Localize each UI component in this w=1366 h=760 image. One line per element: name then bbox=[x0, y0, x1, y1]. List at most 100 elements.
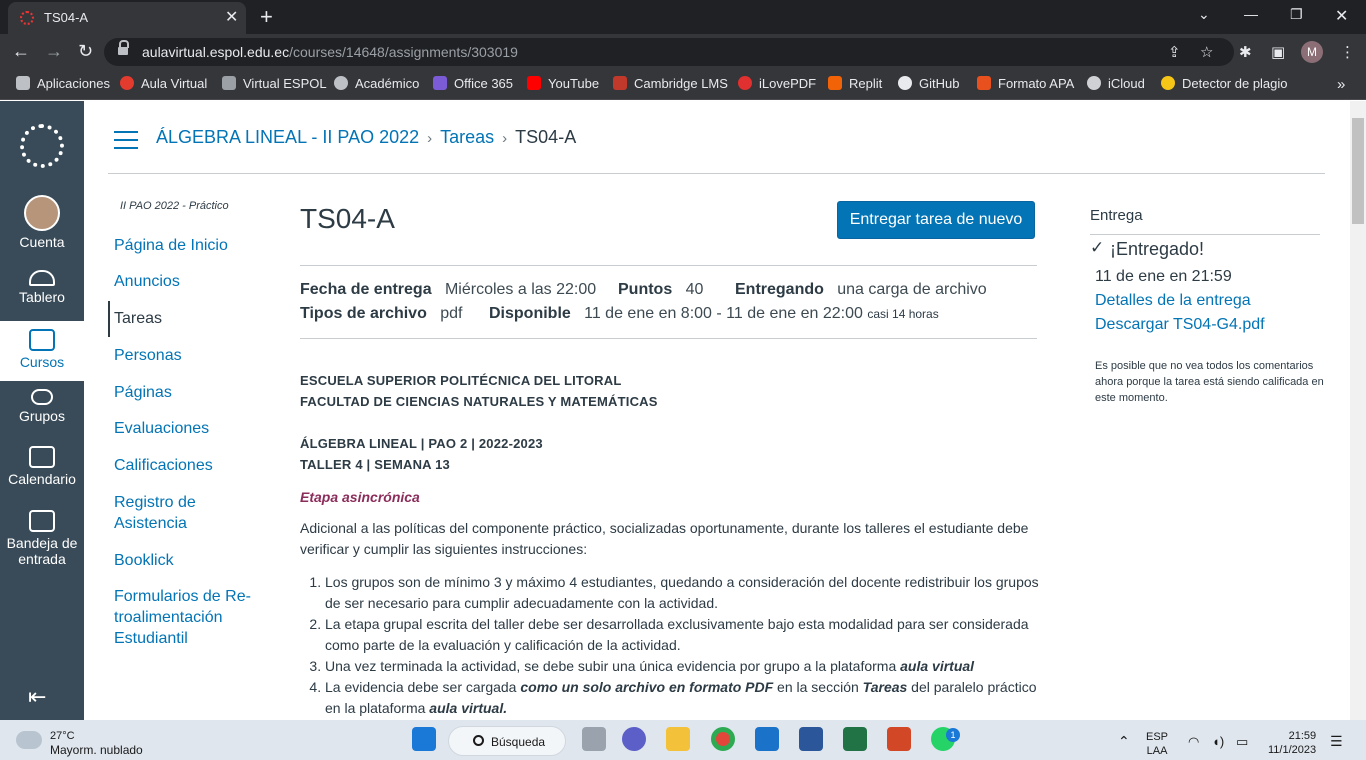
file-types: Tipos de archivo pdf bbox=[300, 305, 463, 322]
list-item: La etapa grupal escrita del taller debe … bbox=[325, 614, 1040, 656]
nav-groups[interactable]: Grupos bbox=[0, 389, 84, 424]
clock[interactable]: 21:59 11/1/2023 bbox=[1268, 729, 1316, 757]
submission-heading: Entrega bbox=[1090, 207, 1143, 224]
close-tab-icon[interactable]: ✕ bbox=[225, 7, 238, 27]
bookmark-formato-apa[interactable]: Formato APA bbox=[977, 76, 1074, 91]
side-panel-icon[interactable]: ▣ bbox=[1271, 43, 1285, 61]
reload-icon[interactable]: ↻ bbox=[78, 41, 93, 62]
weather-widget[interactable]: 27°C Mayorm. nublado bbox=[50, 729, 143, 758]
share-icon[interactable]: ⇪ bbox=[1168, 43, 1181, 61]
maximize-icon[interactable]: ❐ bbox=[1290, 6, 1303, 23]
lock-icon[interactable] bbox=[118, 40, 129, 56]
nav-groups-label: Grupos bbox=[19, 408, 65, 424]
word-icon[interactable] bbox=[799, 727, 823, 751]
minimize-icon[interactable]: — bbox=[1244, 6, 1258, 22]
inbox-tray-icon bbox=[29, 510, 55, 532]
course-nav-calificaciones[interactable]: Calificaciones bbox=[114, 455, 213, 476]
battery-icon[interactable]: ▭ bbox=[1236, 735, 1248, 749]
extensions-icon[interactable]: ✱ bbox=[1239, 43, 1252, 61]
windows-start-icon[interactable] bbox=[412, 727, 436, 751]
course-nav-evaluaciones[interactable]: Evaluaciones bbox=[114, 418, 209, 439]
nav-inbox-label-line1: Bandeja de bbox=[6, 535, 78, 551]
profile-avatar[interactable]: M bbox=[1301, 41, 1323, 63]
breadcrumb-tareas[interactable]: Tareas bbox=[440, 127, 494, 147]
canvas-logo-icon[interactable] bbox=[20, 124, 64, 168]
course-nav-registro-line1: Registro de bbox=[114, 494, 196, 511]
nav-courses[interactable]: Cursos bbox=[0, 321, 84, 381]
download-submission-link[interactable]: Descargar TS04-G4.pdf bbox=[1095, 316, 1265, 334]
course-nav-booklick[interactable]: Booklick bbox=[114, 550, 174, 571]
bookmark-aplicaciones[interactable]: Aplicaciones bbox=[16, 76, 110, 91]
bookmark-virtual-espol[interactable]: Virtual ESPOL bbox=[222, 76, 327, 91]
tab-search-icon[interactable]: ⌄ bbox=[1198, 6, 1210, 23]
course-nav-personas[interactable]: Personas bbox=[114, 345, 182, 366]
bookmark-github[interactable]: GitHub bbox=[898, 76, 959, 91]
task-view-icon[interactable] bbox=[582, 727, 606, 751]
scrollbar-thumb[interactable] bbox=[1352, 118, 1364, 224]
excel-icon[interactable] bbox=[843, 727, 867, 751]
course-nav-registro-asistencia[interactable]: Registro de Asistencia bbox=[114, 492, 196, 534]
notifications-icon[interactable]: ☰ bbox=[1330, 734, 1343, 748]
bookmark-cambridge[interactable]: Cambridge LMS bbox=[613, 76, 728, 91]
search-icon bbox=[473, 735, 484, 746]
collapse-nav-icon[interactable]: ⇤ bbox=[28, 684, 46, 710]
course-menu-toggle-icon[interactable] bbox=[114, 131, 138, 149]
course-nav-formularios[interactable]: Formularios de Re-troalimentación Estudia… bbox=[114, 586, 251, 649]
wifi-icon[interactable]: ◠ bbox=[1188, 735, 1199, 749]
forward-icon[interactable]: → bbox=[45, 41, 63, 62]
close-window-icon[interactable]: ✕ bbox=[1335, 6, 1348, 26]
language-indicator[interactable]: ESP LAA bbox=[1146, 730, 1168, 758]
menu-kebab-icon[interactable]: ⋮ bbox=[1340, 43, 1355, 61]
assignment-title: TS04-A bbox=[300, 203, 395, 234]
bookmark-youtube[interactable]: YouTube bbox=[527, 76, 599, 91]
file-explorer-icon[interactable] bbox=[666, 727, 690, 751]
account-avatar[interactable] bbox=[24, 195, 60, 231]
nav-account[interactable]: Cuenta bbox=[0, 234, 84, 250]
powerpoint-icon[interactable] bbox=[887, 727, 911, 751]
course-nav-paginas[interactable]: Páginas bbox=[114, 382, 172, 403]
course-nav-tareas[interactable]: Tareas bbox=[114, 308, 162, 329]
submission-status: ¡Entregado! bbox=[1110, 239, 1205, 259]
nav-inbox[interactable]: Bandeja de entrada bbox=[0, 510, 84, 567]
submission-date: 11 de ene en 21:59 bbox=[1095, 268, 1232, 285]
back-icon[interactable]: ← bbox=[12, 41, 30, 62]
weather-cloud-icon[interactable] bbox=[16, 731, 42, 749]
bookmark-academico[interactable]: Académico bbox=[334, 76, 419, 91]
bookmark-ilovepdf[interactable]: iLovePDF bbox=[738, 76, 816, 91]
nav-inbox-label-line2: entrada bbox=[18, 551, 66, 567]
course-nav-formularios-line3: Estudiantil bbox=[114, 630, 188, 647]
grading-note: Es posible que no vea todos los comentar… bbox=[1095, 360, 1324, 404]
show-hidden-icons[interactable]: ⌃ bbox=[1118, 734, 1130, 748]
stage-heading: Etapa asincrónica bbox=[300, 489, 420, 505]
volume-icon[interactable]: ◖) bbox=[1212, 735, 1224, 749]
course-nav-anuncios[interactable]: Anuncios bbox=[114, 271, 180, 292]
course-nav-inicio[interactable]: Página de Inicio bbox=[114, 235, 228, 256]
teams-chat-icon[interactable] bbox=[622, 727, 646, 751]
address-bar[interactable]: aulavirtual.espol.edu.ec/courses/14648/a… bbox=[104, 38, 1234, 66]
browser-tab[interactable]: TS04-A ✕ bbox=[8, 2, 246, 34]
nav-dashboard[interactable]: Tablero bbox=[0, 270, 84, 305]
notification-badge: 1 bbox=[946, 728, 960, 742]
bookmark-office365[interactable]: Office 365 bbox=[433, 76, 513, 91]
bookmark-star-icon[interactable]: ☆ bbox=[1200, 43, 1213, 61]
mail-icon[interactable] bbox=[755, 727, 779, 751]
office-icon bbox=[433, 76, 447, 90]
bookmark-icloud[interactable]: iCloud bbox=[1087, 76, 1145, 91]
submission-details-link[interactable]: Detalles de la entrega bbox=[1095, 292, 1251, 310]
nav-calendar[interactable]: Calendario bbox=[0, 446, 84, 487]
availability: Disponible 11 de ene en 8:00 - 11 de ene… bbox=[489, 305, 939, 322]
more-bookmarks-icon[interactable]: » bbox=[1337, 76, 1345, 93]
bookmark-replit[interactable]: Replit bbox=[828, 76, 882, 91]
term-label: II PAO 2022 - Práctico bbox=[120, 200, 229, 212]
taskbar-search[interactable]: Búsqueda bbox=[448, 726, 566, 756]
canvas-favicon-icon bbox=[20, 11, 34, 25]
bookmark-aula-virtual[interactable]: Aula Virtual bbox=[120, 76, 207, 91]
new-tab-icon[interactable]: + bbox=[260, 4, 273, 30]
checkmark-icon: ✓ bbox=[1090, 238, 1105, 257]
bookmark-detector-plagio[interactable]: Detector de plagio bbox=[1161, 76, 1288, 91]
resubmit-button[interactable]: Entregar tarea de nuevo bbox=[837, 201, 1035, 239]
clock-time: 21:59 bbox=[1288, 730, 1317, 742]
groups-people-icon bbox=[31, 389, 53, 405]
breadcrumb-course[interactable]: ÁLGEBRA LINEAL - II PAO 2022 bbox=[156, 127, 419, 147]
chrome-icon[interactable] bbox=[711, 727, 735, 751]
